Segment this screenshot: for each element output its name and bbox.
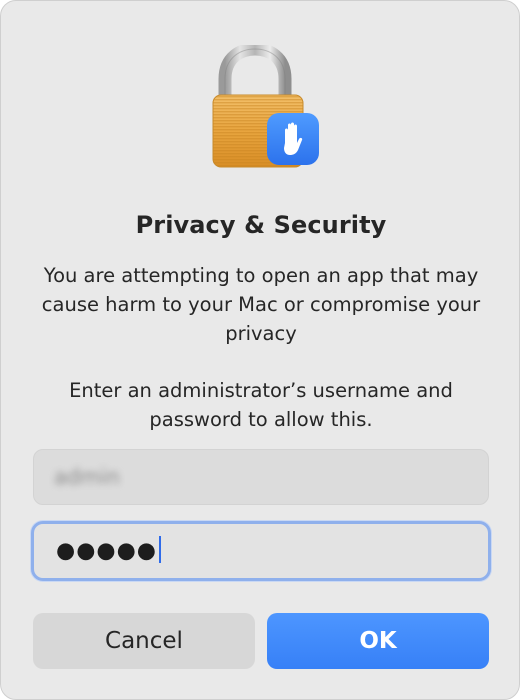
dialog-title: Privacy & Security bbox=[135, 211, 387, 239]
credentials-instructions: Enter an administrator’s username and pa… bbox=[69, 379, 453, 431]
text-caret bbox=[158, 536, 162, 563]
ok-button[interactable]: OK bbox=[267, 613, 489, 669]
password-value: ●●●●● bbox=[56, 536, 162, 565]
username-field[interactable]: admin bbox=[33, 449, 489, 505]
cancel-button[interactable]: Cancel bbox=[33, 613, 255, 669]
privacy-security-dialog: Privacy & Security You are attempting to… bbox=[0, 0, 520, 700]
username-value: admin bbox=[54, 465, 120, 489]
hand-stop-icon bbox=[267, 113, 319, 165]
warning-message: You are attempting to open an app that m… bbox=[41, 264, 481, 345]
password-field[interactable]: ●●●●● bbox=[31, 521, 491, 581]
